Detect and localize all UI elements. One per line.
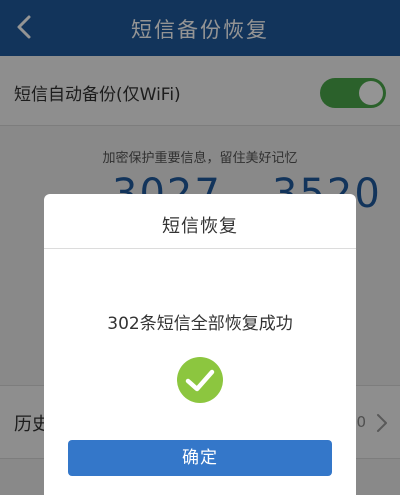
dialog-divider: [44, 248, 356, 249]
check-circle-icon: [177, 357, 223, 403]
confirm-button[interactable]: 确定: [68, 440, 332, 476]
restore-dialog: 短信恢复 302条短信全部恢复成功 确定: [44, 194, 356, 495]
dialog-title: 短信恢复: [162, 216, 238, 237]
dialog-message: 302条短信全部恢复成功: [107, 314, 293, 334]
